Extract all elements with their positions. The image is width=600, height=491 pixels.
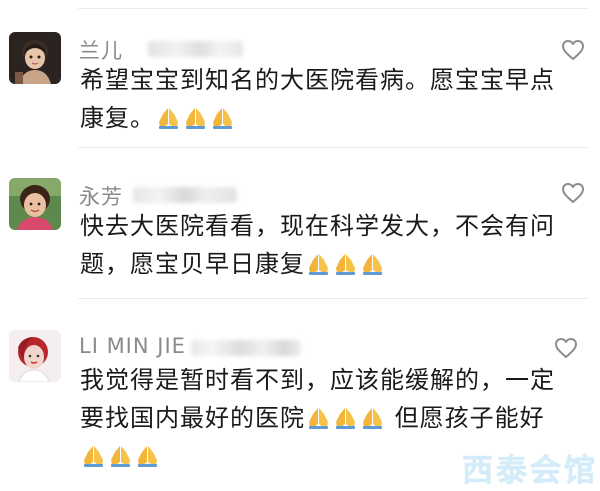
redacted-name-blur — [148, 41, 243, 57]
folded-hands-icon — [363, 254, 382, 275]
redacted-name-blur — [133, 187, 237, 203]
woman-avatar-icon[interactable] — [9, 330, 61, 382]
heart-icon[interactable] — [561, 182, 585, 204]
folded-hands-icon — [309, 408, 328, 429]
folded-hands-icon — [159, 108, 178, 129]
comment-text: 希望宝宝到知名的大医院看病。愿宝宝早点康复。 — [80, 61, 560, 137]
divider — [78, 8, 588, 9]
folded-hands-icon — [336, 254, 355, 275]
divider — [78, 298, 588, 299]
divider — [78, 147, 588, 148]
site-watermark: 西泰会馆 — [462, 453, 598, 489]
comment-text: 快去大医院看看，现在科学发大，不会有问题，愿宝贝早日康复 — [80, 207, 560, 283]
heart-icon[interactable] — [554, 337, 578, 359]
folded-hands-icon — [138, 446, 157, 467]
folded-hands-icon — [213, 108, 232, 129]
folded-hands-icon — [309, 254, 328, 275]
heart-icon[interactable] — [561, 39, 585, 61]
child-avatar-icon[interactable] — [9, 32, 61, 84]
folded-hands-icon — [336, 408, 355, 429]
folded-hands-icon — [111, 446, 130, 467]
comment-text-body: 希望宝宝到知名的大医院看病。愿宝宝早点康复。 — [80, 66, 555, 132]
comment-text-continuation: 但愿孩子能好 — [394, 404, 545, 432]
woman-avatar-icon[interactable] — [9, 178, 61, 230]
redacted-name-blur — [191, 340, 301, 356]
comments-page: 兰儿 希望宝宝到知名的大医院看病。愿宝宝早点康复。 永芳 快去大医院看看，现在科… — [0, 0, 600, 491]
folded-hands-icon — [363, 408, 382, 429]
folded-hands-icon — [186, 108, 205, 129]
comment-username[interactable]: LI MIN JIE — [79, 334, 186, 358]
folded-hands-icon — [84, 446, 103, 467]
